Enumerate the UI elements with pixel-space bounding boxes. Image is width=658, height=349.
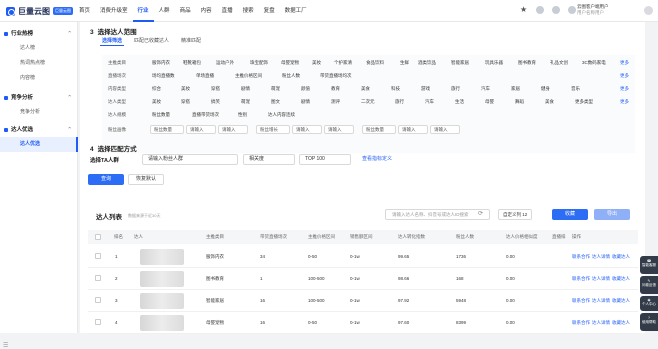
sidebar-group-competition: 竞争分析 ⌃ 竞争分析 xyxy=(0,91,78,120)
user-info[interactable]: 云图客户端用户 用户名称用户 xyxy=(577,4,609,16)
logo-mark-icon xyxy=(6,6,15,16)
list-header: 达人列表 数据来源于近30天 请输入达人名称、抖音号或达人ID搜索 ⟳ 自定义列… xyxy=(88,206,638,224)
filter-panel: 主推类目 服饰内衣 鞋靴箱包 运动户外 珠宝配饰 母婴宠物 美妆 个护家清 食品… xyxy=(102,55,635,153)
nav-home[interactable]: 首页 xyxy=(74,0,95,22)
star-icon[interactable]: ★ xyxy=(520,6,528,14)
talent-avatar-blurred[interactable] xyxy=(140,293,184,309)
filter-row-talent-type: 达人类型 美妆 穿搭 搞笑 萌宠 图文 剧情 测评 二次元 旅行 汽车 生活 母… xyxy=(108,99,629,104)
talent-avatar-blurred[interactable] xyxy=(140,249,184,265)
top-select[interactable]: TOP 100 xyxy=(299,154,351,165)
relevance-select[interactable]: 相关度 xyxy=(243,154,295,165)
nav-product[interactable]: 商品 xyxy=(175,0,196,22)
section4-title: 4 选择匹配方式 xyxy=(90,146,137,153)
sidebar-item-hotwords[interactable]: 热词热点榜 xyxy=(0,56,78,71)
sidebar-item-talent-pick[interactable]: 达人优选 xyxy=(0,137,78,152)
talent-avatar-blurred[interactable] xyxy=(140,315,184,331)
filter-row-scale: 达人规模 粉丝数量 直播带货场次 性别 达人内容连续 xyxy=(108,112,295,117)
table-row: 3 智能家居 16 100-500 0-1w 97.92 5948 0.00 联… xyxy=(88,290,638,312)
help-icon[interactable] xyxy=(568,6,576,14)
row-checkbox[interactable] xyxy=(95,253,101,259)
nav-data-factory[interactable]: 数据工厂 xyxy=(280,0,312,22)
row-checkbox[interactable] xyxy=(95,275,101,281)
collapse-icon[interactable]: ☰ xyxy=(3,342,8,349)
export-button[interactable]: 导出 xyxy=(594,209,630,220)
chevron-up-icon: ⌃ xyxy=(67,31,72,37)
sidebar: 行业热榜 ⌃ 达人榜 热词热点榜 内容榜 竞争分析 ⌃ 竞争分析 达人优选 ⌃ 达人优… xyxy=(0,22,78,349)
sidebar-group-title[interactable]: 行业热榜 ⌃ xyxy=(0,27,78,41)
sidebar-group-title[interactable]: 竞争分析 ⌃ xyxy=(0,91,78,105)
row-checkbox[interactable] xyxy=(95,297,101,303)
table-row: 4 母婴宠物 16 0-50 0-1w 97.60 8399 0.00 联系合作… xyxy=(88,312,638,334)
metric-definition-link[interactable]: 查看指标定义 xyxy=(357,154,397,165)
filter-row-fans: 粉丝画像 粉丝数量 请输入 请输入 粉丝增长 请输入 请输入 粉丝数量 请输入 … xyxy=(102,125,635,135)
table-header: 排名 达人 主推类目 带货直播场次 主推价格区间 销售额区间 达人转化指数 粉丝… xyxy=(88,230,638,244)
float-help-button[interactable]: ? 使用帮助 xyxy=(640,313,658,331)
custom-columns-select[interactable]: 自定义列 12 xyxy=(498,209,533,220)
header-icons: ★ xyxy=(520,6,576,14)
float-service-button[interactable]: ☎ 智能客服 xyxy=(640,256,658,274)
section3-title: 3 选择达人范围 xyxy=(90,29,137,36)
section3-tabs: 选择筛选 匹配已收藏达人 精准匹配 xyxy=(100,37,203,46)
chevron-up-icon: ⌃ xyxy=(67,95,72,101)
filter-row-category: 主推类目 服饰内衣 鞋靴箱包 运动户外 珠宝配饰 母婴宠物 美妆 个护家清 食品… xyxy=(108,60,629,66)
nav-crowd[interactable]: 人群 xyxy=(154,0,175,22)
nav-industry[interactable]: 行业 xyxy=(132,0,154,22)
sidebar-item-content-list[interactable]: 内容榜 xyxy=(0,71,78,86)
nav-consumer[interactable]: 消费升级室 xyxy=(95,0,133,22)
reset-button[interactable]: 恢复默认 xyxy=(128,174,164,185)
bell-icon[interactable] xyxy=(552,6,560,14)
more-category[interactable]: 更多 xyxy=(620,60,629,66)
row-checkbox[interactable] xyxy=(95,319,101,325)
list-title: 达人列表 xyxy=(96,214,122,221)
refresh-icon[interactable]: ⟳ xyxy=(478,210,483,217)
sidebar-group-talent: 达人优选 ⌃ 达人优选 xyxy=(0,123,78,152)
float-feedback-button[interactable]: ✎ 问卷反馈 xyxy=(640,276,658,294)
table-row: 2 图书教育 1 100-500 0-1w 98.66 168 0.00 联系合… xyxy=(88,268,638,290)
ta-crowd-select[interactable]: 请输入粉丝人群 xyxy=(142,154,238,165)
collect-button[interactable]: 收藏 xyxy=(552,209,588,220)
sidebar-group-title[interactable]: 达人优选 ⌃ xyxy=(0,123,78,137)
app-logo[interactable]: 巨量云图 巨量云图 xyxy=(6,5,73,17)
message-icon[interactable] xyxy=(536,6,544,14)
select-all-checkbox[interactable] xyxy=(95,234,101,240)
tab-precise[interactable]: 精准匹配 xyxy=(179,37,203,46)
app-tag: 巨量云图 xyxy=(53,7,73,15)
float-profile-button[interactable]: ◉ 个人中心 xyxy=(640,296,658,311)
list-subtitle: 数据来源于近30天 xyxy=(128,213,161,218)
nav-search[interactable]: 搜索 xyxy=(238,0,259,22)
query-button[interactable]: 查询 xyxy=(88,174,124,185)
app-name: 巨量云图 xyxy=(18,6,50,16)
talent-avatar-blurred[interactable] xyxy=(140,271,184,287)
nav-live[interactable]: 直播 xyxy=(217,0,238,22)
chevron-up-icon: ⌃ xyxy=(67,127,72,133)
table-row: 1 服饰内衣 34 0-50 0-1w 99.65 1736 0.00 联系合作… xyxy=(88,246,638,268)
sidebar-item-talent-list[interactable]: 达人榜 xyxy=(0,41,78,56)
tab-collected[interactable]: 匹配已收藏达人 xyxy=(132,37,171,46)
filter-row-content-type: 内容类型 综合 美妆 穿搭 剧情 萌宠 颜值 教育 美食 科技 游戏 旅行 汽车… xyxy=(108,86,629,91)
tab-filter[interactable]: 选择筛选 xyxy=(100,37,125,46)
sidebar-item-competition[interactable]: 竞争分析 xyxy=(0,105,78,120)
main-nav: 首页 消费升级室 行业 人群 商品 内容 直播 搜索 复盘 数据工厂 xyxy=(74,0,312,22)
nav-review[interactable]: 复盘 xyxy=(259,0,280,22)
filter-row-live: 直播场次 场均直播数 单场直播 主推价格区间 粉丝人数 带货直播场均次 更多 xyxy=(108,73,629,78)
sidebar-group-industry: 行业热榜 ⌃ 达人榜 热词热点榜 内容榜 xyxy=(0,27,78,86)
query-label: 选择TA人群 xyxy=(90,158,119,164)
avatar[interactable] xyxy=(644,6,653,15)
search-input[interactable]: 请输入达人名称、抖音号或达人ID搜索 xyxy=(385,209,490,220)
user-sub: 用户名称用户 xyxy=(577,10,604,15)
main-content: 3 选择达人范围 选择筛选 匹配已收藏达人 精准匹配 主推类目 服饰内衣 鞋靴箱包… xyxy=(80,22,645,334)
top-bar: 巨量云图 巨量云图 首页 消费升级室 行业 人群 商品 内容 直播 搜索 复盘 … xyxy=(0,0,658,22)
nav-content[interactable]: 内容 xyxy=(196,0,217,22)
